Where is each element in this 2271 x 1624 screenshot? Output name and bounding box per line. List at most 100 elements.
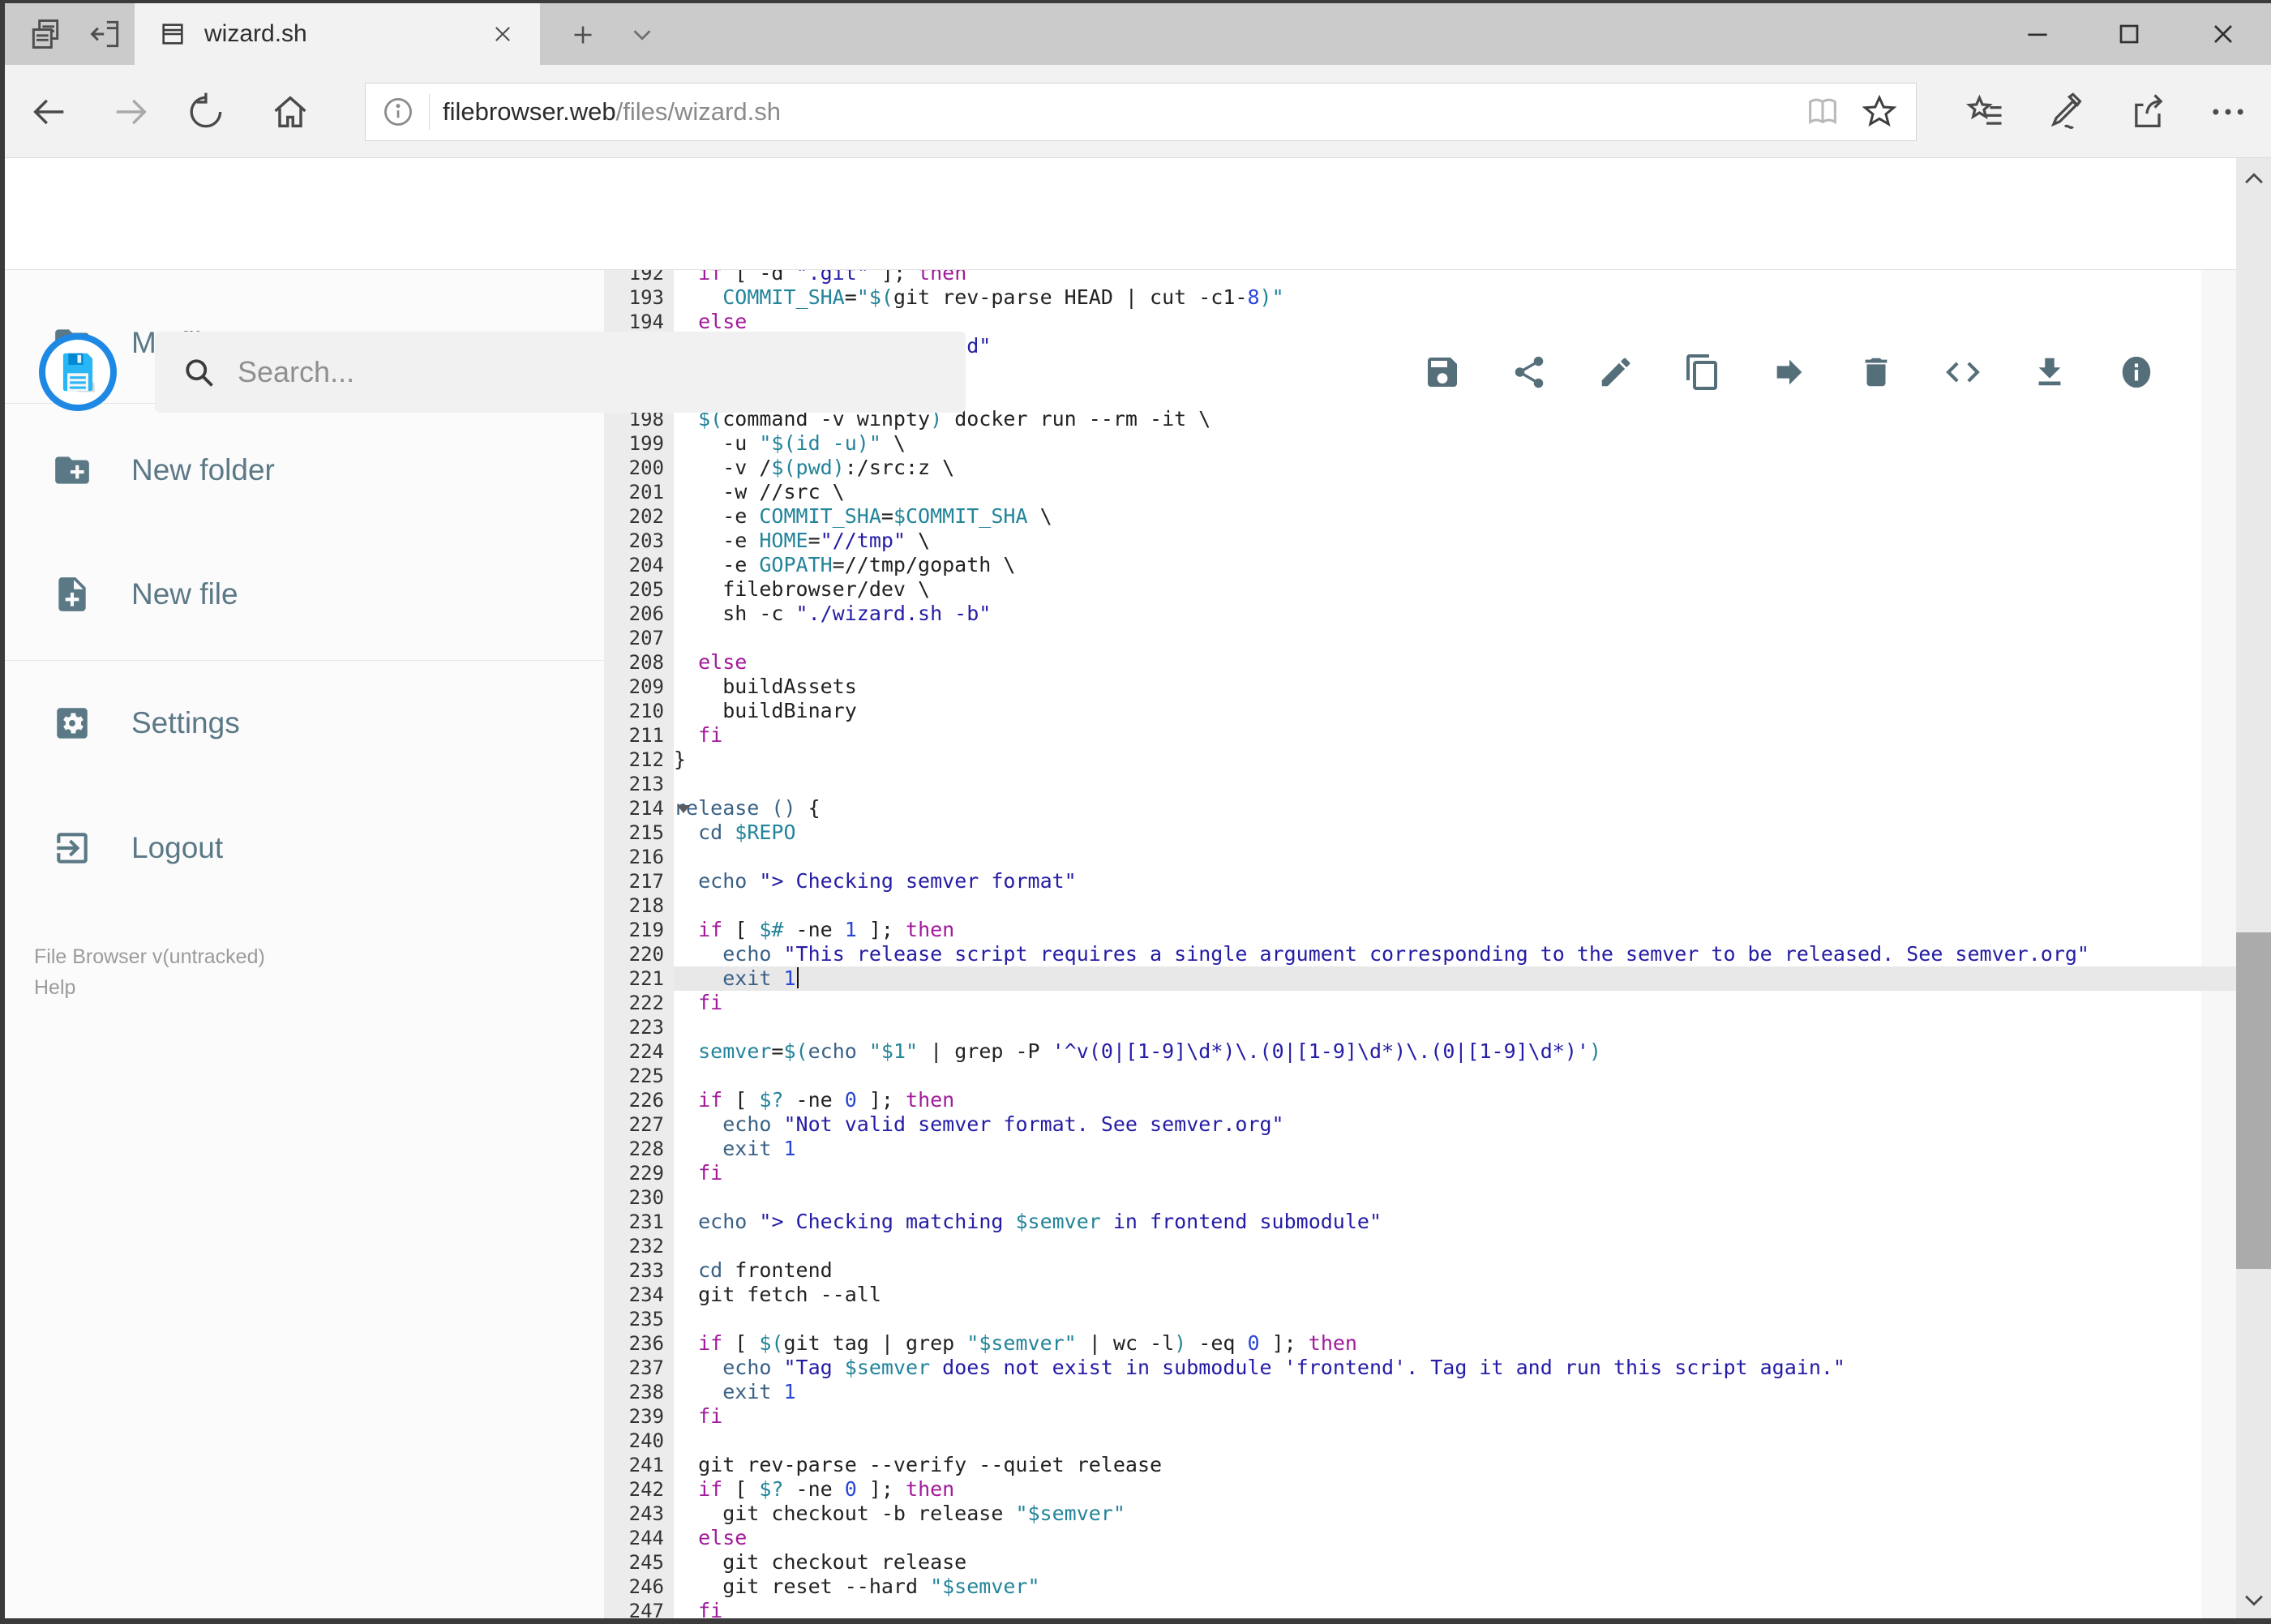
code-line[interactable]: 241 git rev-parse --verify --quiet relea…	[604, 1453, 2236, 1477]
code-text[interactable]: echo "Tag $semver does not exist in subm…	[674, 1356, 2236, 1380]
share-button[interactable]	[2126, 89, 2171, 135]
code-line[interactable]: 199 -u "$(id -u)" \	[604, 431, 2236, 456]
save-button[interactable]	[1399, 346, 1485, 398]
code-line[interactable]: 215 cd $REPO	[604, 821, 2236, 845]
copy-button[interactable]	[1659, 346, 1746, 398]
code-line[interactable]: 210 buildBinary	[604, 699, 2236, 723]
code-text[interactable]: exit 1	[674, 966, 2236, 991]
scrollbar-thumb[interactable]	[2236, 932, 2271, 1269]
page-scrollbar[interactable]	[2236, 158, 2271, 1624]
code-text[interactable]: COMMIT_SHA="$(git rev-parse HEAD | cut -…	[674, 285, 2236, 310]
code-text[interactable]: git reset --hard "$semver"	[674, 1575, 2236, 1599]
scroll-up-arrow-icon[interactable]	[2236, 163, 2271, 195]
share-file-button[interactable]	[1485, 346, 1572, 398]
tab-close-icon[interactable]	[485, 18, 521, 50]
search-bar[interactable]	[155, 332, 966, 413]
code-text[interactable]: cd frontend	[674, 1258, 2236, 1283]
code-text[interactable]: -e GOPATH=//tmp/gopath \	[674, 553, 2236, 577]
view-source-button[interactable]	[1919, 346, 2006, 398]
help-link[interactable]: Help	[34, 972, 265, 1003]
rename-button[interactable]	[1572, 346, 1659, 398]
code-text[interactable]: cd $REPO	[674, 821, 2236, 845]
code-line[interactable]: 231 echo "> Checking matching $semver in…	[604, 1210, 2236, 1234]
code-line[interactable]: 205 filebrowser/dev \	[604, 577, 2236, 602]
code-text[interactable]: if [ $# -ne 1 ]; then	[674, 918, 2236, 942]
code-text[interactable]: git checkout release	[674, 1550, 2236, 1575]
code-text[interactable]: echo "> Checking semver format"	[674, 869, 2236, 893]
code-line[interactable]: 219 if [ $# -ne 1 ]; then	[604, 918, 2236, 942]
window-maximize-button[interactable]	[2083, 3, 2175, 65]
code-text[interactable]: exit 1	[674, 1380, 2236, 1404]
code-text[interactable]	[674, 772, 2236, 796]
code-line[interactable]: 211 fi	[604, 723, 2236, 748]
code-line[interactable]: 194 else	[604, 310, 2236, 334]
code-line[interactable]: 225	[604, 1064, 2236, 1088]
code-area[interactable]: 192 if [ -d ".git" ]; then 193 COMMIT_SHA…	[604, 270, 2236, 1618]
code-text[interactable]: git checkout -b release "$semver"	[674, 1502, 2236, 1526]
code-text[interactable]: git fetch --all	[674, 1283, 2236, 1307]
code-line[interactable]: 226 if [ $? -ne 0 ]; then	[604, 1088, 2236, 1112]
info-button[interactable]	[2093, 346, 2179, 398]
code-text[interactable]: semver=$(echo "$1" | grep -P '^v(0|[1-9]…	[674, 1039, 2236, 1064]
code-line[interactable]: 243 git checkout -b release "$semver"	[604, 1502, 2236, 1526]
code-text[interactable]	[674, 626, 2236, 650]
code-text[interactable]: echo "> Checking matching $semver in fro…	[674, 1210, 2236, 1234]
sidebar-item-new-file[interactable]: New file	[5, 546, 604, 643]
code-line[interactable]: 230	[604, 1185, 2236, 1210]
sidebar-item-new-folder[interactable]: New folder	[5, 422, 604, 519]
code-text[interactable]	[674, 1234, 2236, 1258]
add-favorite-button[interactable]	[1851, 84, 1908, 140]
code-line[interactable]: 235	[604, 1307, 2236, 1331]
code-text[interactable]: fi	[674, 1161, 2236, 1185]
code-line[interactable]: 212}	[604, 748, 2236, 772]
code-text[interactable]	[674, 1185, 2236, 1210]
fold-arrow-icon[interactable]	[677, 805, 690, 813]
code-text[interactable]	[674, 893, 2236, 918]
code-line[interactable]: 220 echo "This release script requires a…	[604, 942, 2236, 966]
code-text[interactable]: release () {	[674, 796, 2236, 821]
sidebar-item-logout[interactable]: Logout	[5, 799, 604, 897]
annotate-button[interactable]	[2042, 89, 2088, 135]
delete-button[interactable]	[1832, 346, 1919, 398]
code-line[interactable]: 244 else	[604, 1526, 2236, 1550]
back-button[interactable]	[27, 89, 72, 135]
code-line[interactable]: 236 if [ $(git tag | grep "$semver" | wc…	[604, 1331, 2236, 1356]
code-line[interactable]: 246 git reset --hard "$semver"	[604, 1575, 2236, 1599]
code-line[interactable]: 224 semver=$(echo "$1" | grep -P '^v(0|[…	[604, 1039, 2236, 1064]
code-text[interactable]: if [ $? -ne 0 ]; then	[674, 1477, 2236, 1502]
download-button[interactable]	[2006, 346, 2093, 398]
code-text[interactable]: exit 1	[674, 1137, 2236, 1161]
code-line[interactable]: 232	[604, 1234, 2236, 1258]
code-text[interactable]: else	[674, 310, 2236, 334]
code-line[interactable]: 245 git checkout release	[604, 1550, 2236, 1575]
code-line[interactable]: 216	[604, 845, 2236, 869]
code-line[interactable]: 221 exit 1	[604, 966, 2236, 991]
reading-view-button[interactable]	[1794, 84, 1851, 140]
code-line[interactable]: 214 release () {	[604, 796, 2236, 821]
window-minimize-button[interactable]	[1991, 3, 2083, 65]
code-line[interactable]: 238 exit 1	[604, 1380, 2236, 1404]
scroll-down-arrow-icon[interactable]	[2236, 1583, 2271, 1616]
code-line[interactable]: 200 -v /$(pwd):/src:z \	[604, 456, 2236, 480]
code-line[interactable]: 242 if [ $? -ne 0 ]; then	[604, 1477, 2236, 1502]
code-line[interactable]: 233 cd frontend	[604, 1258, 2236, 1283]
code-line[interactable]: 239 fi	[604, 1404, 2236, 1429]
code-text[interactable]: sh -c "./wizard.sh -b"	[674, 602, 2236, 626]
code-line[interactable]: 222 fi	[604, 991, 2236, 1015]
code-line[interactable]: 192 if [ -d ".git" ]; then	[604, 270, 2236, 285]
code-text[interactable]: else	[674, 1526, 2236, 1550]
code-line[interactable]: 218	[604, 893, 2236, 918]
code-line[interactable]: 217 echo "> Checking semver format"	[604, 869, 2236, 893]
settings-menu-button[interactable]	[2205, 89, 2251, 135]
code-text[interactable]: fi	[674, 991, 2236, 1015]
code-line[interactable]: 229 fi	[604, 1161, 2236, 1185]
code-line[interactable]: 201 -w //src \	[604, 480, 2236, 504]
code-line[interactable]: 213	[604, 772, 2236, 796]
code-text[interactable]	[674, 1015, 2236, 1039]
code-line[interactable]: 208 else	[604, 650, 2236, 675]
browser-tab-wizard-sh[interactable]: wizard.sh	[135, 3, 540, 65]
code-text[interactable]: fi	[674, 723, 2236, 748]
hub-favorites-button[interactable]	[1963, 89, 2008, 135]
code-text[interactable]	[674, 1307, 2236, 1331]
code-text[interactable]: filebrowser/dev \	[674, 577, 2236, 602]
